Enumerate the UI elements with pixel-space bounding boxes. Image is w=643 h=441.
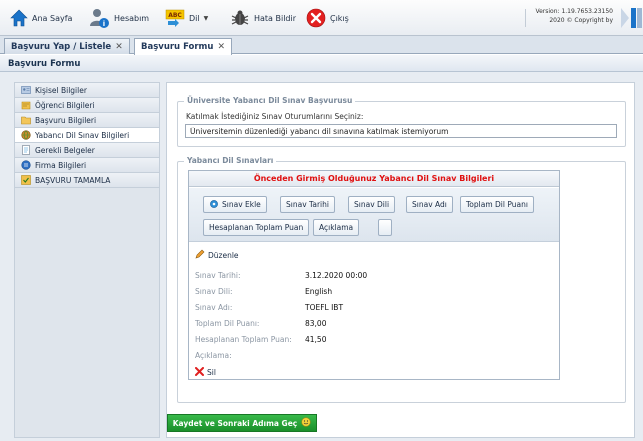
tab-application-list[interactable]: Başvuru Yap / Listele ✕ [4,38,130,54]
group-legend: Yabancı Dil Sınavları [184,156,277,165]
close-icon[interactable]: ✕ [217,42,225,52]
save-and-next-button[interactable]: Kaydet ve Sonraki Adıma Geç [167,414,317,432]
foreign-exams-panel: Önceden Girmiş Olduğunuz Yabancı Dil Sın… [188,170,560,380]
person-card-icon [21,85,31,95]
abc-text: ABC [168,12,182,19]
sidebar-item-label: Başvuru Bilgileri [35,115,97,125]
report-bug-label: Hata Bildir [254,13,297,23]
logo-icon [617,4,643,32]
document-icon [21,145,31,155]
edit-label: Düzenle [208,250,239,260]
account-button[interactable]: i Hesabım [88,6,149,30]
exam-grid-toolbar: Sınav Ekle Sınav Tarihi Sınav Dili Sınav… [189,188,559,242]
total-score-value: 83,00 [305,319,327,328]
exam-language-value: English [305,287,333,296]
home-button[interactable]: Ana Sayfa [10,6,72,30]
folder-icon [21,115,31,125]
toolbar-divider [525,9,526,27]
delete-label: Sil [207,368,216,377]
exit-icon [306,8,326,28]
copyright-text: 2020 © Copyright by [549,17,613,24]
version-number: Version: 1.19.7653.23150 [535,8,613,15]
wizard-sidebar: Kişisel Bilgiler Öğrenci Bilgileri Başvu… [14,82,160,438]
language-icon: ABC [165,8,185,28]
computed-score-label: Hesaplanan Toplam Puan: [195,335,292,344]
user-icon: i [88,7,110,29]
complete-icon [21,175,31,185]
column-exam-date-button[interactable]: Sınav Tarihi [280,196,335,213]
column-exam-name-button[interactable]: Sınav Adı [406,196,453,213]
chevron-down-icon: ▼ [203,14,209,22]
tab-application-form[interactable]: Başvuru Formu ✕ [134,38,233,55]
exit-button[interactable]: Çıkış [306,6,349,30]
exam-date-value: 3.12.2020 00:00 [305,271,368,280]
sidebar-item-label: Öğrenci Bilgileri [35,100,95,110]
globe-icon [21,130,31,140]
home-label: Ana Sayfa [32,13,73,23]
bug-icon [230,8,250,28]
session-select[interactable] [185,124,617,138]
tab-label: Başvuru Formu [141,42,214,52]
foreign-exams-group: Yabancı Dil Sınavları Önceden Girmiş Old… [177,156,626,403]
sidebar-item-label: Gerekli Belgeler [35,145,95,155]
language-label: Dil [189,13,200,23]
exam-panel-title: Önceden Girmiş Olduğunuz Yabancı Dil Sın… [189,171,559,187]
sidebar-item-foreign-language[interactable]: Yabancı Dil Sınav Bilgileri [15,128,159,143]
close-icon[interactable]: ✕ [115,42,123,52]
panel-title: Başvuru Formu [0,55,643,72]
sidebar-item-label: BAŞVURU TAMAMLA [35,175,111,185]
save-label: Kaydet ve Sonraki Adıma Geç [172,418,298,428]
exam-date-label: Sınav Tarihi: [195,271,241,280]
exam-language-label: Sınav Dili: [195,287,233,296]
computed-score-value: 41,50 [305,335,327,344]
delete-icon [195,367,204,378]
column-computed-score-button[interactable]: Hesaplanan Toplam Puan [203,219,310,236]
sidebar-item-application[interactable]: Başvuru Bilgileri [15,113,159,128]
top-toolbar: Ana Sayfa i Hesabım ABC Dil ▼ Hata Bildi… [0,0,643,36]
sidebar-item-student[interactable]: Öğrenci Bilgileri [15,98,159,113]
sidebar-item-company[interactable]: Firma Bilgileri [15,158,159,173]
edit-button[interactable]: Düzenle [195,249,239,261]
column-extra-button[interactable] [378,219,392,236]
company-icon [21,160,31,170]
home-icon [10,9,28,27]
description-label: Açıklama: [195,351,232,360]
sidebar-item-documents[interactable]: Gerekli Belgeler [15,143,159,158]
add-exam-label: Sınav Ekle [222,200,261,209]
group-legend: Üniversite Yabancı Dil Sınav Başvurusu [184,96,356,105]
column-exam-language-button[interactable]: Sınav Dili [348,196,396,213]
column-total-score-button[interactable]: Toplam Dil Puanı [460,196,534,213]
sidebar-item-label: Firma Bilgileri [35,160,87,170]
form-content: Üniversite Yabancı Dil Sınav Başvurusu K… [166,82,635,438]
column-description-button[interactable]: Açıklama [313,219,360,236]
student-icon [21,100,31,110]
exam-application-group: Üniversite Yabancı Dil Sınav Başvurusu K… [177,96,626,147]
add-exam-button[interactable]: Sınav Ekle [203,196,267,213]
sidebar-item-label: Yabancı Dil Sınav Bilgileri [35,130,130,140]
tab-label: Başvuru Yap / Listele [11,41,112,52]
smile-icon [301,417,311,429]
total-score-label: Toplam Dil Puanı: [195,319,260,328]
exit-label: Çıkış [330,13,349,23]
delete-button[interactable]: Sil [195,367,216,378]
exam-name-label: Sınav Adı: [195,303,233,312]
exam-name-value: TOEFL IBT [305,303,344,312]
svg-text:i: i [103,20,105,28]
sidebar-item-label: Kişisel Bilgiler [35,85,87,95]
language-dropdown[interactable]: ABC Dil ▼ [165,6,208,30]
version-info: Version: 1.19.7653.23150 2020 © Copyrigh… [535,7,613,25]
sidebar-item-complete[interactable]: BAŞVURU TAMAMLA [15,173,159,188]
session-label: Katılmak İstediğiniz Sınav Oturumlarını … [186,112,364,121]
pencil-icon [195,249,205,261]
gear-icon [209,199,219,211]
tab-strip: Başvuru Yap / Listele ✕ Başvuru Formu ✕ [0,36,643,55]
account-label: Hesabım [114,13,150,23]
sidebar-item-personal[interactable]: Kişisel Bilgiler [15,83,159,98]
report-bug-button[interactable]: Hata Bildir [230,6,296,30]
